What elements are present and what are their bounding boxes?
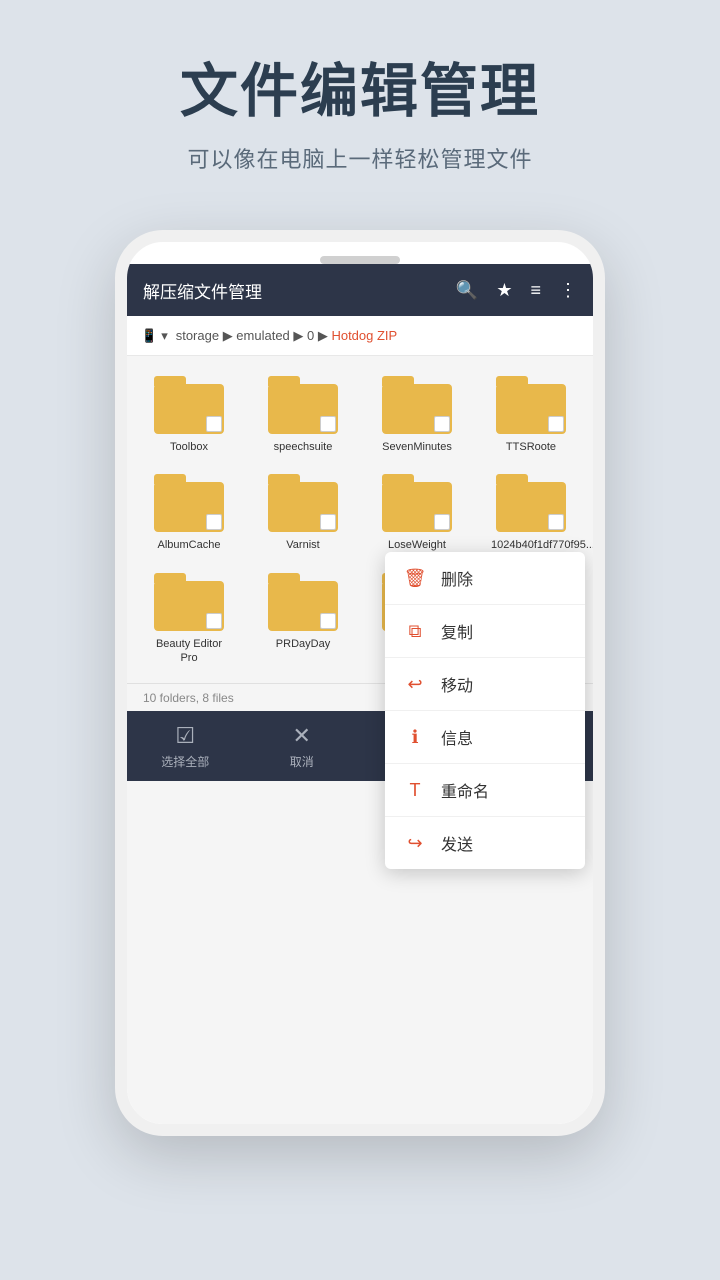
list-item[interactable]: speechsuite [247, 366, 359, 462]
list-item[interactable]: PRDayDay [247, 563, 359, 674]
file-name: LoseWeight [388, 538, 446, 552]
menu-item-delete[interactable]: 🗑 删除 [385, 552, 585, 605]
folder-icon [268, 573, 338, 631]
rename-icon: T [403, 780, 427, 801]
select-all-icon: ☑ [175, 723, 195, 749]
list-item[interactable]: TTSRoote [475, 366, 587, 462]
page-title: 文件编辑管理 [40, 60, 680, 124]
status-text: 10 folders, 8 files [143, 691, 234, 705]
file-name: PRDayDay [276, 637, 330, 651]
file-name: speechsuite [274, 440, 333, 454]
folder-icon [382, 474, 452, 532]
folder-icon [154, 376, 224, 434]
nav-label-select-all: 选择全部 [161, 753, 209, 770]
breadcrumb-arrow: ▾ [161, 328, 168, 344]
breadcrumb-static: storage ▶ emulated ▶ 0 ▶ [176, 328, 332, 343]
file-name: Beauty Editor Pro [149, 637, 229, 666]
breadcrumb-bar: 📱 ▾ storage ▶ emulated ▶ 0 ▶ Hotdog ZIP [127, 316, 593, 356]
folder-icon [496, 474, 566, 532]
app-toolbar: 解压缩文件管理 🔍 ★ ≡ ⋮ [127, 264, 593, 316]
file-name: AlbumCache [158, 538, 221, 552]
menu-item-copy[interactable]: ⧉ 复制 [385, 605, 585, 658]
menu-label-info: 信息 [441, 725, 473, 749]
info-icon: ℹ [403, 727, 427, 748]
menu-label-delete: 删除 [441, 566, 473, 590]
more-icon[interactable]: ⋮ [559, 280, 577, 301]
breadcrumb-path: storage ▶ emulated ▶ 0 ▶ Hotdog ZIP [176, 328, 398, 344]
search-icon[interactable]: 🔍 [456, 280, 478, 301]
copy-icon: ⧉ [403, 621, 427, 642]
folder-icon [154, 474, 224, 532]
folder-icon [268, 474, 338, 532]
device-icon: 📱 [141, 328, 157, 344]
app-content: 解压缩文件管理 🔍 ★ ≡ ⋮ 📱 ▾ storage ▶ emulated ▶… [127, 264, 593, 1124]
cancel-icon: ✕ [293, 723, 311, 749]
header-area: 文件编辑管理 可以像在电脑上一样轻松管理文件 [0, 0, 720, 204]
toolbar-title: 解压缩文件管理 [143, 278, 456, 303]
list-item[interactable]: Toolbox [133, 366, 245, 462]
list-item[interactable]: Beauty Editor Pro [133, 563, 245, 674]
toolbar-icons: 🔍 ★ ≡ ⋮ [456, 280, 577, 301]
folder-icon [382, 376, 452, 434]
phone-mockup: 解压缩文件管理 🔍 ★ ≡ ⋮ 📱 ▾ storage ▶ emulated ▶… [115, 230, 605, 1136]
menu-icon[interactable]: ≡ [530, 280, 541, 301]
folder-icon [154, 573, 224, 631]
menu-item-move[interactable]: ↩ 移动 [385, 658, 585, 711]
file-name: Toolbox [170, 440, 208, 454]
file-name: SevenMinutes [382, 440, 452, 454]
file-name: 1024b40f1df770f95... [491, 538, 571, 552]
list-item[interactable]: LoseWeight [361, 464, 473, 560]
file-name: TTSRoote [506, 440, 556, 454]
context-menu: 🗑 删除 ⧉ 复制 ↩ 移动 ℹ 信息 T 重命名 ↪ 发送 [385, 552, 585, 869]
list-item[interactable]: SevenMinutes [361, 366, 473, 462]
star-icon[interactable]: ★ [496, 280, 512, 301]
menu-item-send[interactable]: ↪ 发送 [385, 817, 585, 869]
page-subtitle: 可以像在电脑上一样轻松管理文件 [40, 142, 680, 174]
menu-item-rename[interactable]: T 重命名 [385, 764, 585, 817]
nav-label-cancel: 取消 [290, 753, 314, 770]
menu-item-info[interactable]: ℹ 信息 [385, 711, 585, 764]
list-item[interactable]: AlbumCache [133, 464, 245, 560]
list-item[interactable]: 1024b40f1df770f95... [475, 464, 587, 560]
folder-icon [268, 376, 338, 434]
menu-label-move: 移动 [441, 672, 473, 696]
nav-item-select-all[interactable]: ☑ 选择全部 [127, 711, 244, 781]
menu-label-send: 发送 [441, 831, 473, 855]
file-name: Varnist [286, 538, 319, 552]
menu-label-rename: 重命名 [441, 778, 489, 802]
phone-speaker [320, 256, 400, 264]
breadcrumb-active[interactable]: Hotdog ZIP [331, 328, 397, 343]
delete-icon: 🗑 [403, 568, 427, 589]
nav-item-cancel[interactable]: ✕ 取消 [244, 711, 361, 781]
breadcrumb-device[interactable]: 📱 ▾ [141, 328, 168, 344]
send-icon: ↪ [403, 833, 427, 854]
folder-icon [496, 376, 566, 434]
menu-label-copy: 复制 [441, 619, 473, 643]
move-icon: ↩ [403, 674, 427, 695]
list-item[interactable]: Varnist [247, 464, 359, 560]
